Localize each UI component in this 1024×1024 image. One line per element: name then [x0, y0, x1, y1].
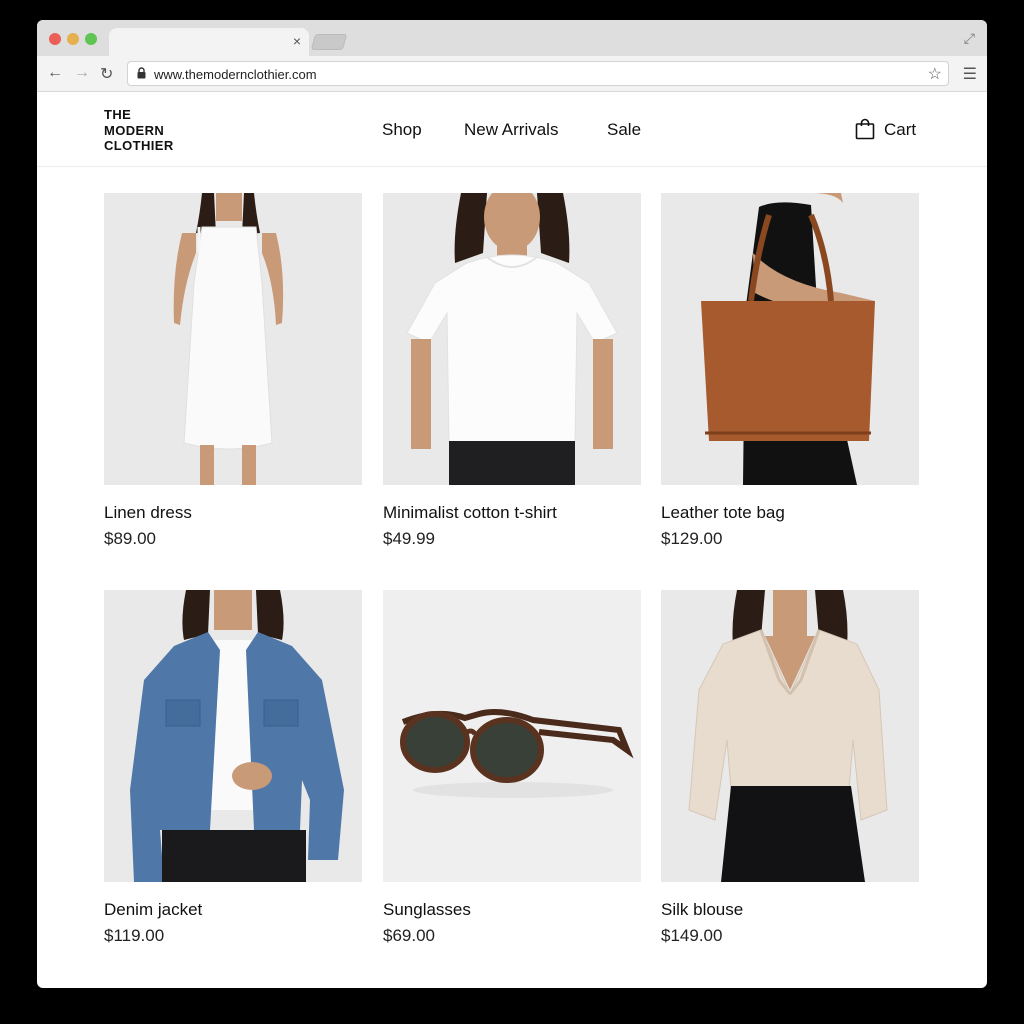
tab-strip: × ⤢	[37, 20, 987, 56]
browser-tab[interactable]: ×	[109, 28, 309, 56]
cart-label: Cart	[884, 120, 917, 139]
star-icon[interactable]: ☆	[928, 64, 942, 84]
product-card[interactable]: Denim jacket $119.00	[104, 590, 362, 946]
product-name[interactable]: Minimalist cotton t-shirt	[383, 503, 641, 523]
product-price: $69.00	[383, 926, 435, 945]
minimize-window-button[interactable]	[67, 33, 79, 45]
product-card[interactable]: Sunglasses $69.00	[383, 590, 641, 946]
product-name[interactable]: Sunglasses	[383, 900, 641, 920]
logo-line: THE	[104, 107, 132, 122]
product-card[interactable]: Linen dress $89.00	[104, 193, 362, 549]
browser-window: × ⤢ ← → ↻ www.themodernclothier.com ☆ ☰ …	[37, 20, 987, 988]
product-price: $149.00	[661, 926, 723, 945]
menu-icon[interactable]: ☰	[963, 64, 977, 84]
white-tshirt-photo[interactable]	[383, 193, 641, 485]
url-text: www.themodernclothier.com	[154, 67, 317, 82]
brown-leather-tote-photo[interactable]	[661, 193, 919, 485]
product-name[interactable]: Silk blouse	[661, 900, 919, 920]
product-card[interactable]: Leather tote bag $129.00	[661, 193, 919, 549]
product-card[interactable]: Minimalist cotton t-shirt $49.99	[383, 193, 641, 549]
tortoise-sunglasses-photo[interactable]	[383, 590, 641, 882]
maximize-window-button[interactable]	[85, 33, 97, 45]
denim-jacket-photo[interactable]	[104, 590, 362, 882]
address-bar[interactable]: www.themodernclothier.com ☆	[127, 61, 949, 86]
nav-new-arrivals-link[interactable]: New Arrivals	[464, 120, 558, 140]
close-window-button[interactable]	[49, 33, 61, 45]
product-name[interactable]: Leather tote bag	[661, 503, 919, 523]
product-name[interactable]: Denim jacket	[104, 900, 362, 920]
expand-icon[interactable]: ⤢	[964, 30, 975, 47]
back-icon[interactable]: ←	[47, 64, 63, 82]
site-logo[interactable]: THE MODERN CLOTHIER	[104, 107, 174, 154]
close-icon[interactable]: ×	[293, 33, 301, 49]
browser-toolbar: ← → ↻ www.themodernclothier.com ☆ ☰	[37, 56, 987, 92]
product-price: $119.00	[104, 926, 165, 945]
reload-icon[interactable]: ↻	[100, 64, 113, 84]
product-price: $129.00	[661, 529, 723, 548]
nav-shop-link[interactable]: Shop	[382, 120, 422, 140]
forward-icon[interactable]: →	[74, 64, 90, 82]
nav-sale-link[interactable]: Sale	[607, 120, 641, 140]
product-price: $49.99	[383, 529, 435, 548]
site-header: THE MODERN CLOTHIER Shop New Arrivals Sa…	[37, 92, 987, 167]
product-name[interactable]: Linen dress	[104, 503, 362, 523]
shopping-bag-icon	[855, 118, 875, 140]
lock-icon	[137, 67, 146, 79]
product-price: $89.00	[104, 529, 156, 548]
new-tab-button[interactable]	[310, 34, 348, 50]
logo-line: CLOTHIER	[104, 138, 174, 153]
silk-blouse-photo[interactable]	[661, 590, 919, 882]
product-card[interactable]: Silk blouse $149.00	[661, 590, 919, 946]
white-linen-dress-photo[interactable]	[104, 193, 362, 485]
logo-line: MODERN	[104, 122, 165, 138]
